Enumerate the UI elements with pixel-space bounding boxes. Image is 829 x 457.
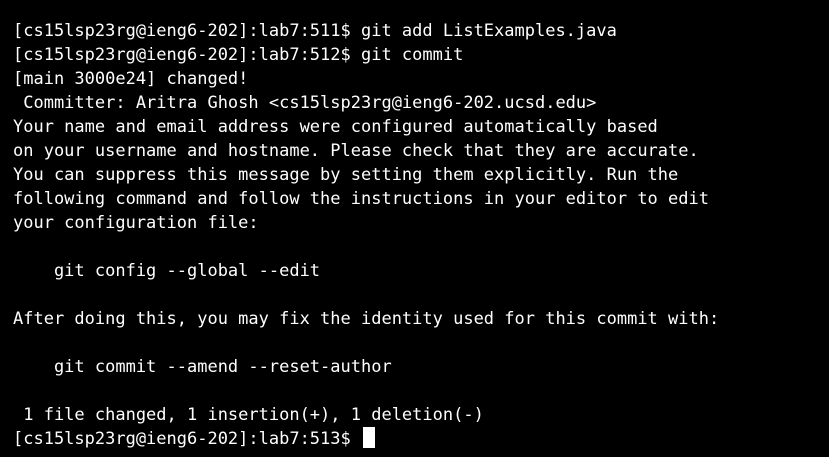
terminal-line: git config --global --edit xyxy=(13,261,321,281)
terminal-line: [cs15lsp23rg@ieng6-202]:lab7:511$ git ad… xyxy=(13,21,617,41)
terminal-line: git commit --amend --reset-author xyxy=(13,357,392,377)
terminal-prompt-line[interactable]: [cs15lsp23rg@ieng6-202]:lab7:513$ xyxy=(13,427,829,451)
terminal-line: 1 file changed, 1 insertion(+), 1 deleti… xyxy=(13,405,484,425)
terminal-line: [cs15lsp23rg@ieng6-202]:lab7:512$ git co… xyxy=(13,45,464,65)
terminal-line: Your name and email address were configu… xyxy=(13,117,658,137)
terminal-line: Committer: Aritra Ghosh <cs15lsp23rg@ien… xyxy=(13,93,597,113)
text-cursor xyxy=(363,427,375,448)
terminal-line: You can suppress this message by setting… xyxy=(13,165,679,185)
terminal-line: following command and follow the instruc… xyxy=(13,189,709,209)
terminal-line: [main 3000e24] changed! xyxy=(13,69,249,89)
shell-prompt: [cs15lsp23rg@ieng6-202]:lab7:513$ xyxy=(13,429,361,449)
terminal-window[interactable]: [cs15lsp23rg@ieng6-202]:lab7:511$ git ad… xyxy=(0,0,829,457)
terminal-line: on your username and hostname. Please ch… xyxy=(13,141,699,161)
terminal-line: After doing this, you may fix the identi… xyxy=(13,309,720,329)
terminal-line: your configuration file: xyxy=(13,213,259,233)
